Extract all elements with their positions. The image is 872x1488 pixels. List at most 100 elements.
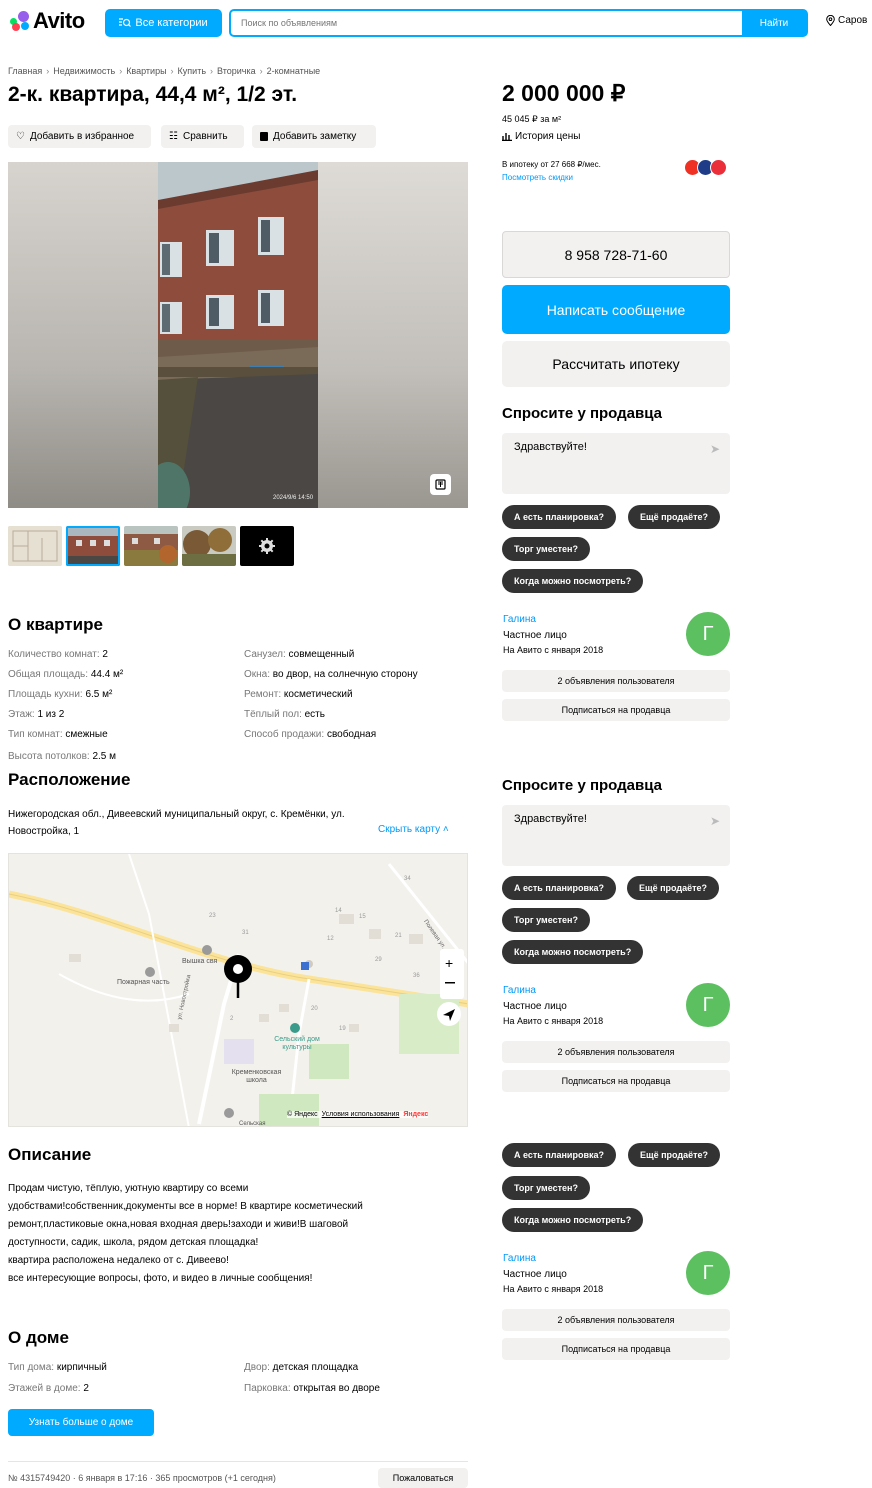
thumbnail-yard[interactable] <box>124 526 178 566</box>
main-photo[interactable]: 2024/9/6 14:50 <box>8 162 468 508</box>
breadcrumb-item[interactable]: Купить <box>178 66 206 76</box>
avatar[interactable]: Г <box>686 983 730 1027</box>
param-room-type: Тип комнат: смежные <box>8 729 108 740</box>
quick-question-selling[interactable]: Ещё продаёте? <box>627 876 720 900</box>
bank-logos <box>684 159 727 176</box>
quick-question-plan[interactable]: А есть планировка? <box>502 1143 616 1167</box>
house-floors: Этажей в доме: 2 <box>8 1383 89 1394</box>
mortgage-calc-button[interactable]: Рассчитать ипотеку <box>502 341 730 387</box>
svg-text:19: 19 <box>339 1026 346 1032</box>
chevron-up-icon: ˄ <box>442 824 449 835</box>
seller-name[interactable]: Галина <box>503 1253 536 1264</box>
add-favorite-button[interactable]: ♡ Добавить в избранное <box>8 125 151 148</box>
photo-image <box>158 162 318 508</box>
send-icon[interactable]: ➤ <box>710 442 720 456</box>
house-type: Тип дома: кирпичный <box>8 1362 107 1373</box>
search-button[interactable]: Найти <box>742 11 806 35</box>
ask-seller-textarea[interactable]: Здравствуйте! ➤ <box>502 805 730 866</box>
add-note-label: Добавить заметку <box>273 131 357 142</box>
ask-seller-textarea[interactable]: Здравствуйте! ➤ <box>502 433 730 494</box>
seller-name[interactable]: Галина <box>503 614 536 625</box>
seller-ads-button[interactable]: 2 объявления пользователя <box>502 1041 730 1063</box>
thumbnail-trees[interactable] <box>182 526 236 566</box>
breadcrumb-item[interactable]: Главная <box>8 66 42 76</box>
write-message-button[interactable]: Написать сообщение <box>502 285 730 334</box>
avito-logo[interactable]: Avito <box>10 8 85 34</box>
send-icon[interactable]: ➤ <box>710 814 720 828</box>
map-label-fire: Пожарная часть <box>117 979 170 986</box>
map-label-rural: Сельская <box>239 1121 266 1127</box>
search-bar: Найти <box>229 9 808 37</box>
hide-map-link[interactable]: Скрыть карту ˄ <box>378 824 449 835</box>
breadcrumb-item[interactable]: 2-комнатные <box>267 66 321 76</box>
note-icon <box>260 132 268 141</box>
map-terms-link[interactable]: Условия использования <box>322 1111 400 1118</box>
house-more-button[interactable]: Узнать больше о доме <box>8 1409 154 1436</box>
city-label: Саров <box>838 15 868 26</box>
quick-question-bargain[interactable]: Торг уместен? <box>502 537 590 561</box>
price-per-m2: 45 045 ₽ за м² <box>502 114 562 124</box>
quick-question-bargain[interactable]: Торг уместен? <box>502 908 590 932</box>
seller-since: На Авито с января 2018 <box>503 1284 604 1294</box>
quick-question-selling[interactable]: Ещё продаёте? <box>628 1143 721 1167</box>
avatar[interactable]: Г <box>686 612 730 656</box>
map-label-club: Сельский дом культуры <box>274 1036 320 1051</box>
mortgage-offer: В ипотеку от 27 668 ₽/мес. <box>502 160 601 169</box>
breadcrumb-item[interactable]: Квартиры <box>126 66 166 76</box>
add-favorite-label: Добавить в избранное <box>29 131 135 142</box>
all-categories-button[interactable]: Все категории <box>105 9 222 37</box>
quick-question-plan[interactable]: А есть планировка? <box>502 876 616 900</box>
param-renovation: Ремонт: косметический <box>244 689 353 700</box>
param-bathroom: Санузел: совмещенный <box>244 649 355 660</box>
param-rooms: Количество комнат: 2 <box>8 649 108 660</box>
ask-seller-heading: Спросите у продавца <box>502 777 662 794</box>
heart-icon: ♡ <box>16 131 25 142</box>
param-warm-floor: Тёплый пол: есть <box>244 709 325 720</box>
map-label-tower: Вышка свя <box>182 958 218 965</box>
thumbnail-floor-plan[interactable] <box>8 526 62 566</box>
seller-type: Частное лицо <box>503 630 567 641</box>
discounts-link[interactable]: Посмотреть скидки <box>502 173 573 182</box>
map[interactable]: 34 23 31 14 15 12 21 29 36 20 19 2 + Вышка свя П… <box>8 853 468 1127</box>
search-input[interactable] <box>231 11 742 35</box>
price-history-link[interactable]: История цены <box>502 131 580 142</box>
phone-button[interactable]: 8 958 728-71-60 <box>502 231 730 278</box>
breadcrumb-item[interactable]: Недвижимость <box>53 66 115 76</box>
bar-chart-icon <box>502 133 512 141</box>
listing-meta: № 4315749420 · 6 января в 17:16 · 365 пр… <box>8 1473 276 1483</box>
city-selector[interactable]: Саров <box>826 15 867 26</box>
location-pin-icon <box>826 15 835 26</box>
add-note-button[interactable]: Добавить заметку <box>252 125 376 148</box>
seller-ads-button[interactable]: 2 объявления пользователя <box>502 1309 730 1331</box>
quick-question-viewing[interactable]: Когда можно посмотреть? <box>502 1208 644 1232</box>
house-heading: О доме <box>8 1328 69 1347</box>
seller-type: Частное лицо <box>503 1269 567 1280</box>
thumbnail-building[interactable] <box>66 526 120 566</box>
thumbnail-360-view[interactable] <box>240 526 294 566</box>
seller-ads-button[interactable]: 2 объявления пользователя <box>502 670 730 692</box>
breadcrumb-item[interactable]: Вторичка <box>217 66 256 76</box>
subscribe-seller-button[interactable]: Подписаться на продавца <box>502 1070 730 1092</box>
subscribe-seller-button[interactable]: Подписаться на продавца <box>502 699 730 721</box>
yandex-logo[interactable]: Яндекс <box>403 1111 428 1118</box>
quick-question-viewing[interactable]: Когда можно посмотреть? <box>502 940 644 964</box>
svg-text:23: 23 <box>209 913 216 919</box>
ask-greeting: Здравствуйте! <box>514 813 587 825</box>
bank-icon <box>710 159 727 176</box>
avatar[interactable]: Г <box>686 1251 730 1295</box>
ask-seller-heading: Спросите у продавца <box>502 405 662 422</box>
report-button[interactable]: Пожаловаться <box>378 1468 468 1488</box>
about-flat-heading: О квартире <box>8 615 103 634</box>
compare-button[interactable]: ☷ Сравнить <box>161 125 244 148</box>
quick-question-plan[interactable]: А есть планировка? <box>502 505 616 529</box>
quick-question-selling[interactable]: Ещё продаёте? <box>628 505 721 529</box>
quick-question-bargain[interactable]: Торг уместен? <box>502 1176 590 1200</box>
fullscreen-icon[interactable] <box>430 474 451 495</box>
seller-name[interactable]: Галина <box>503 985 536 996</box>
map-label-school: Кременковская школа <box>231 1069 282 1084</box>
photo-blur-right <box>318 162 468 508</box>
svg-text:14: 14 <box>335 908 342 914</box>
quick-question-viewing[interactable]: Когда можно посмотреть? <box>502 569 644 593</box>
price-history-label: История цены <box>515 131 581 142</box>
subscribe-seller-button[interactable]: Подписаться на продавца <box>502 1338 730 1360</box>
